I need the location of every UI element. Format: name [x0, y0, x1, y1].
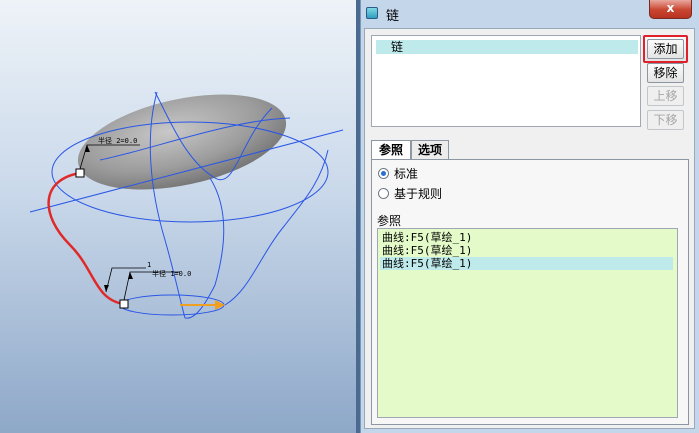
surface-edge-curve-4 — [224, 149, 329, 306]
chain-end-point[interactable] — [119, 299, 129, 309]
references-label: 参照 — [377, 214, 402, 228]
add-button[interactable]: 添加 — [647, 39, 684, 59]
move-down-button[interactable]: 下移 — [647, 110, 684, 130]
chain-dialog: 链 x 链 添加 移除 上移 下移 参照 选项 标准 基于规则 参照 曲线:F5… — [360, 0, 699, 433]
dialog-title: 链 — [386, 9, 400, 24]
references-list[interactable]: 曲线:F5(草绘_1) 曲线:F5(草绘_1) 曲线:F5(草绘_1) — [377, 228, 678, 418]
dialog-titlebar[interactable]: 链 x — [361, 0, 699, 28]
annotation-index: 1 — [147, 261, 151, 269]
chain-start-point[interactable] — [75, 168, 85, 178]
standard-radio[interactable] — [378, 168, 389, 179]
reference-item-selected[interactable]: 曲线:F5(草绘_1) — [380, 257, 673, 270]
dialog-app-icon — [366, 7, 378, 19]
model-viewport[interactable]: 半径 2=0.0 1 半径 1=0.0 — [0, 0, 356, 433]
selected-chain-curve[interactable] — [47, 171, 125, 306]
close-button[interactable]: x — [649, 0, 692, 19]
standard-label: 标准 — [394, 167, 419, 181]
references-tab-panel: 标准 基于规则 参照 曲线:F5(草绘_1) 曲线:F5(草绘_1) 曲线:F5… — [371, 159, 689, 425]
tab-references[interactable]: 参照 — [371, 140, 411, 160]
move-up-button[interactable]: 上移 — [647, 86, 684, 106]
dialog-body: 链 添加 移除 上移 下移 参照 选项 标准 基于规则 参照 曲线:F5(草绘_… — [364, 28, 695, 429]
chain-collection-list[interactable]: 链 — [371, 35, 641, 127]
rule-based-label: 基于规则 — [394, 187, 443, 201]
annotation-radius-bottom: 半径 1=0.0 — [152, 269, 191, 278]
tab-options[interactable]: 选项 — [411, 140, 449, 159]
reference-item[interactable]: 曲线:F5(草绘_1) — [380, 244, 673, 257]
remove-button[interactable]: 移除 — [647, 63, 684, 83]
chain-list-item[interactable]: 链 — [376, 40, 638, 54]
model-canvas[interactable]: 半径 2=0.0 1 半径 1=0.0 — [0, 0, 356, 433]
rule-based-radio[interactable] — [378, 188, 389, 199]
reference-item[interactable]: 曲线:F5(草绘_1) — [380, 231, 673, 244]
annotation-radius-top: 半径 2=0.0 — [98, 136, 137, 145]
